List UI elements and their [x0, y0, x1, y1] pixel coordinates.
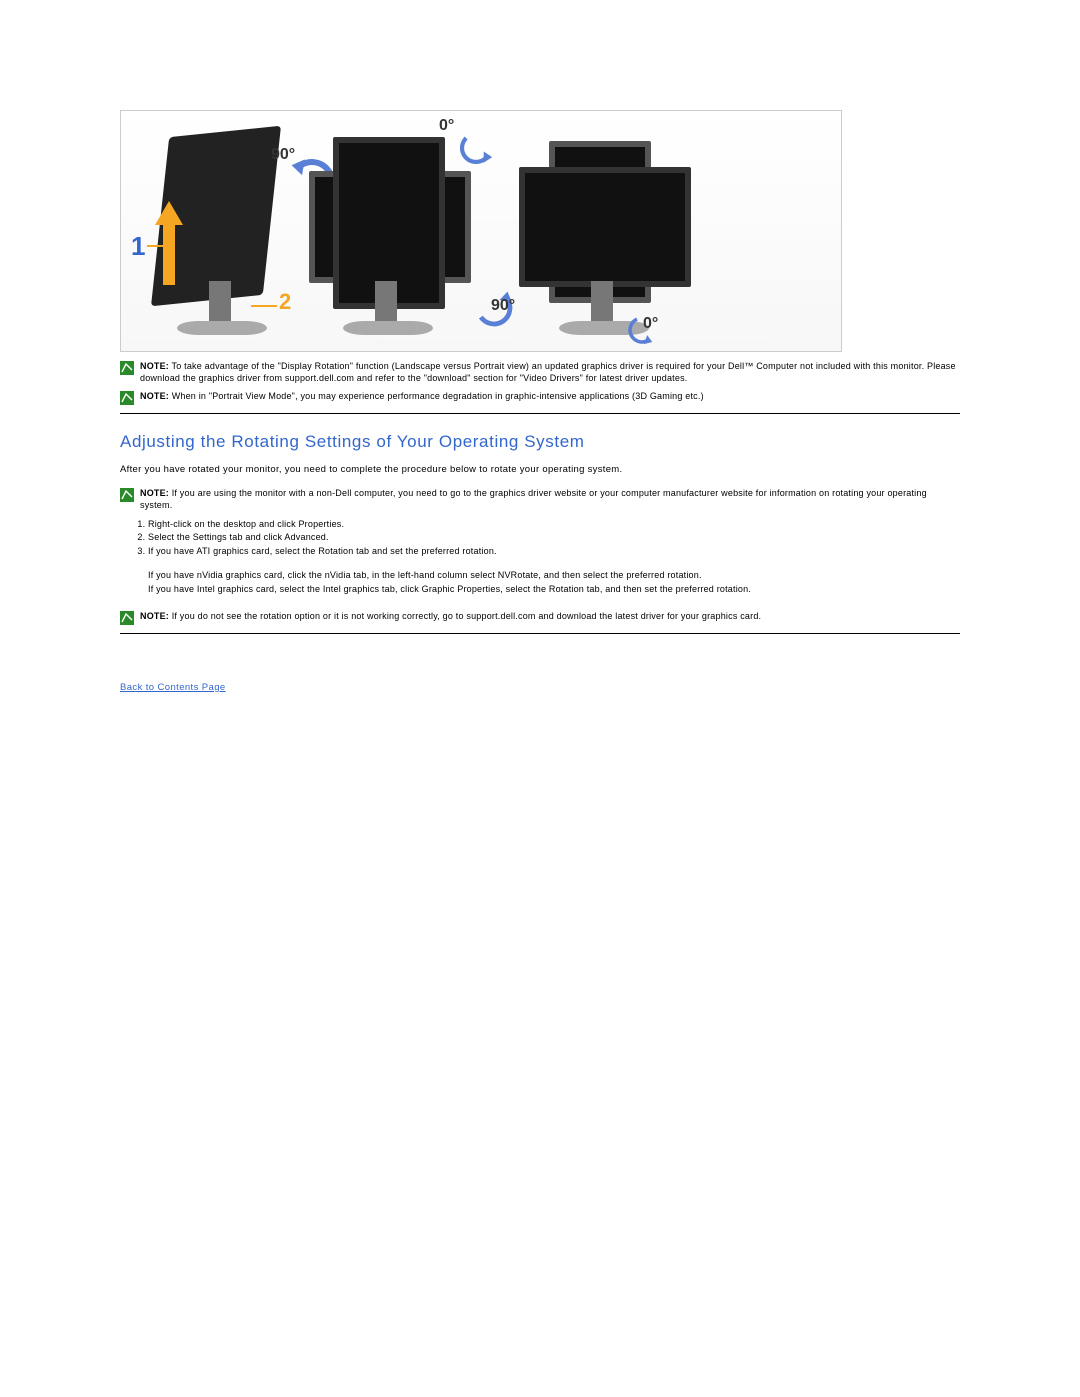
note-text: NOTE: If you are using the monitor with …: [140, 487, 960, 511]
step-1-label: 1: [131, 231, 145, 262]
note-portrait-performance: NOTE: When in "Portrait View Mode", you …: [120, 390, 960, 405]
note-non-dell: NOTE: If you are using the monitor with …: [120, 487, 960, 511]
note-no-rotation-option: NOTE: If you do not see the rotation opt…: [120, 610, 960, 625]
step-sub: If you have Intel graphics card, select …: [148, 583, 960, 596]
divider: [120, 413, 960, 414]
angle-0-top: 0°: [439, 117, 454, 135]
steps-list: Right-click on the desktop and click Pro…: [144, 518, 960, 558]
step-2-label: 2: [279, 289, 291, 315]
note-icon: [120, 488, 134, 502]
note-text: NOTE: When in "Portrait View Mode", you …: [140, 390, 960, 402]
step-sub: If you have nVidia graphics card, click …: [148, 569, 960, 582]
page: 1 2 90° 0° 90° 0° NOTE: To: [0, 0, 1080, 753]
step-item: Right-click on the desktop and click Pro…: [148, 518, 960, 531]
divider: [120, 633, 960, 634]
angle-0-bottom: 0°: [643, 315, 658, 333]
heading-adjusting-rotation: Adjusting the Rotating Settings of Your …: [120, 432, 960, 452]
angle-90-bottom: 90°: [491, 297, 515, 315]
note-icon: [120, 361, 134, 375]
note-text: NOTE: If you do not see the rotation opt…: [140, 610, 960, 622]
step-item: Select the Settings tab and click Advanc…: [148, 531, 960, 544]
back-to-contents-link[interactable]: Back to Contents Page: [120, 682, 226, 693]
note-icon: [120, 391, 134, 405]
intro-paragraph: After you have rotated your monitor, you…: [120, 464, 960, 475]
note-icon: [120, 611, 134, 625]
note-text: NOTE: To take advantage of the "Display …: [140, 360, 960, 384]
rotation-figure: 1 2 90° 0° 90° 0°: [120, 110, 842, 352]
step-item: If you have ATI graphics card, select th…: [148, 545, 960, 558]
note-graphics-driver: NOTE: To take advantage of the "Display …: [120, 360, 960, 384]
